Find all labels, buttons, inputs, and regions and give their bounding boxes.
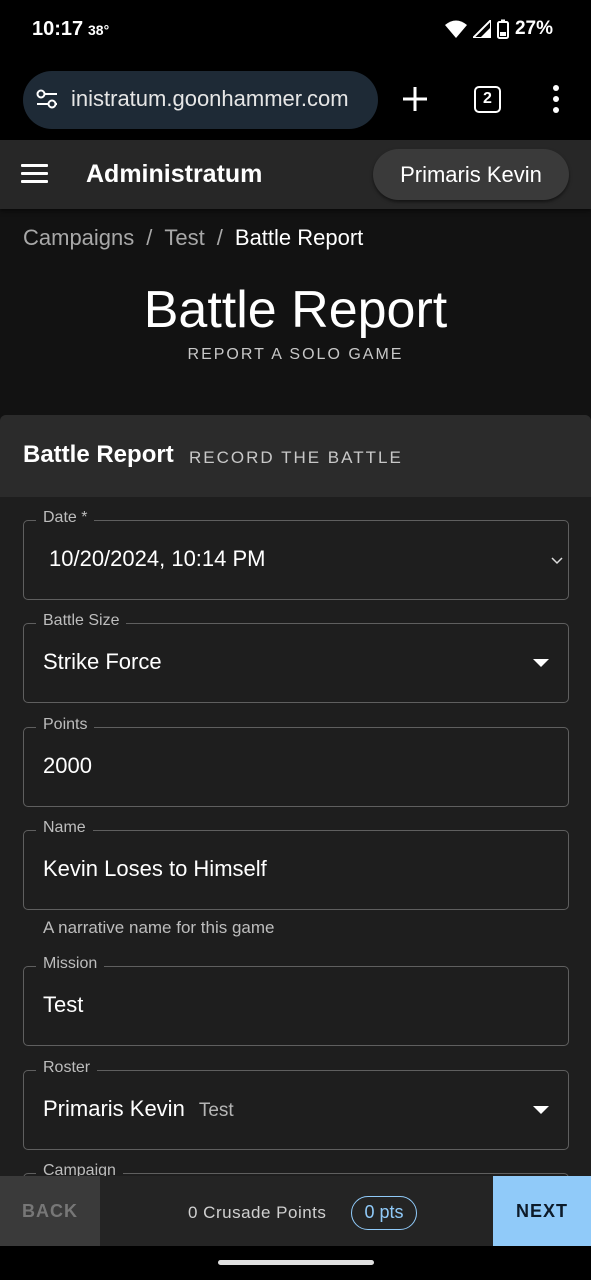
battle-size-select[interactable]: Battle Size Strike Force [23,612,569,703]
menu-icon[interactable] [21,164,48,184]
breadcrumb-current: Battle Report [234,225,364,250]
status-time: 10:17 [32,18,84,40]
roster-name: Primaris Kevin [43,1096,185,1121]
status-icons: 27% [444,18,553,40]
name-field[interactable]: Name Kevin Loses to Himself [23,819,569,910]
address-bar[interactable]: inistratum.goonhammer.com [23,71,378,129]
more-options-icon[interactable] [548,84,564,114]
breadcrumb-test[interactable]: Test [164,225,204,250]
points-field[interactable]: Points 2000 [23,716,569,807]
battery-percent: 27% [514,18,553,39]
breadcrumb-campaigns[interactable]: Campaigns [23,225,134,250]
mission-value[interactable]: Test [43,992,83,1018]
next-button[interactable]: NEXT [493,1176,591,1246]
wifi-icon [444,20,467,38]
url-text[interactable]: inistratum.goonhammer.com [71,86,349,112]
status-bar: 10:17 38° 27% [0,0,591,60]
battery-icon [496,19,509,39]
page-subtitle: REPORT A SOLO GAME [187,346,404,363]
new-tab-icon[interactable] [400,84,430,114]
date-field[interactable]: Date * 10/20/2024, 10:14 PM [23,509,569,600]
card-title: Battle Report [23,441,174,468]
date-value[interactable]: 10/20/2024, 10:14 PM [49,546,266,572]
page-title: Battle Report [143,281,448,339]
points-label: Points [36,716,95,734]
roster-value[interactable]: Primaris Kevin Test [43,1096,234,1122]
dropdown-arrow-icon[interactable] [533,1106,549,1114]
points-chip: 0 pts [351,1196,417,1230]
card-subtitle: RECORD THE BATTLE [189,448,403,467]
name-value[interactable]: Kevin Loses to Himself [43,856,267,882]
gesture-handle[interactable] [218,1260,374,1265]
site-settings-icon[interactable] [35,88,59,110]
app-title[interactable]: Administratum [86,160,262,189]
roster-label: Roster [36,1059,98,1077]
date-label: Date * [36,509,95,527]
name-helper-text: A narrative name for this game [43,918,275,937]
tab-switcher-button[interactable]: 2 [474,86,501,113]
dropdown-arrow-icon[interactable] [533,659,549,667]
breadcrumb: Campaigns / Test / Battle Report [23,225,363,251]
mission-label: Mission [36,955,105,973]
status-temperature: 38° [88,22,110,38]
battle-size-value[interactable]: Strike Force [43,649,162,675]
name-label: Name [36,819,93,837]
points-value[interactable]: 2000 [43,753,92,779]
cell-signal-icon [472,20,491,38]
breadcrumb-separator: / [146,225,153,250]
system-nav-bar [0,1246,591,1280]
breadcrumb-separator: / [216,225,223,250]
bottom-action-bar: BACK 0 Crusade Points 0 pts NEXT [0,1176,591,1246]
browser-toolbar: inistratum.goonhammer.com 2 [0,60,591,140]
back-button[interactable]: BACK [0,1176,100,1246]
battle-size-label: Battle Size [36,612,127,630]
app-bar: Administratum Primaris Kevin [0,140,591,209]
crusade-points-text: 0 Crusade Points [188,1203,327,1222]
roster-select[interactable]: Roster Primaris Kevin Test [23,1059,569,1150]
mission-field[interactable]: Mission Test [23,955,569,1046]
chevron-down-icon[interactable] [550,554,564,566]
card-header: Battle Report RECORD THE BATTLE [0,415,591,497]
user-menu-button[interactable]: Primaris Kevin [373,149,569,200]
roster-campaign: Test [198,1100,234,1121]
